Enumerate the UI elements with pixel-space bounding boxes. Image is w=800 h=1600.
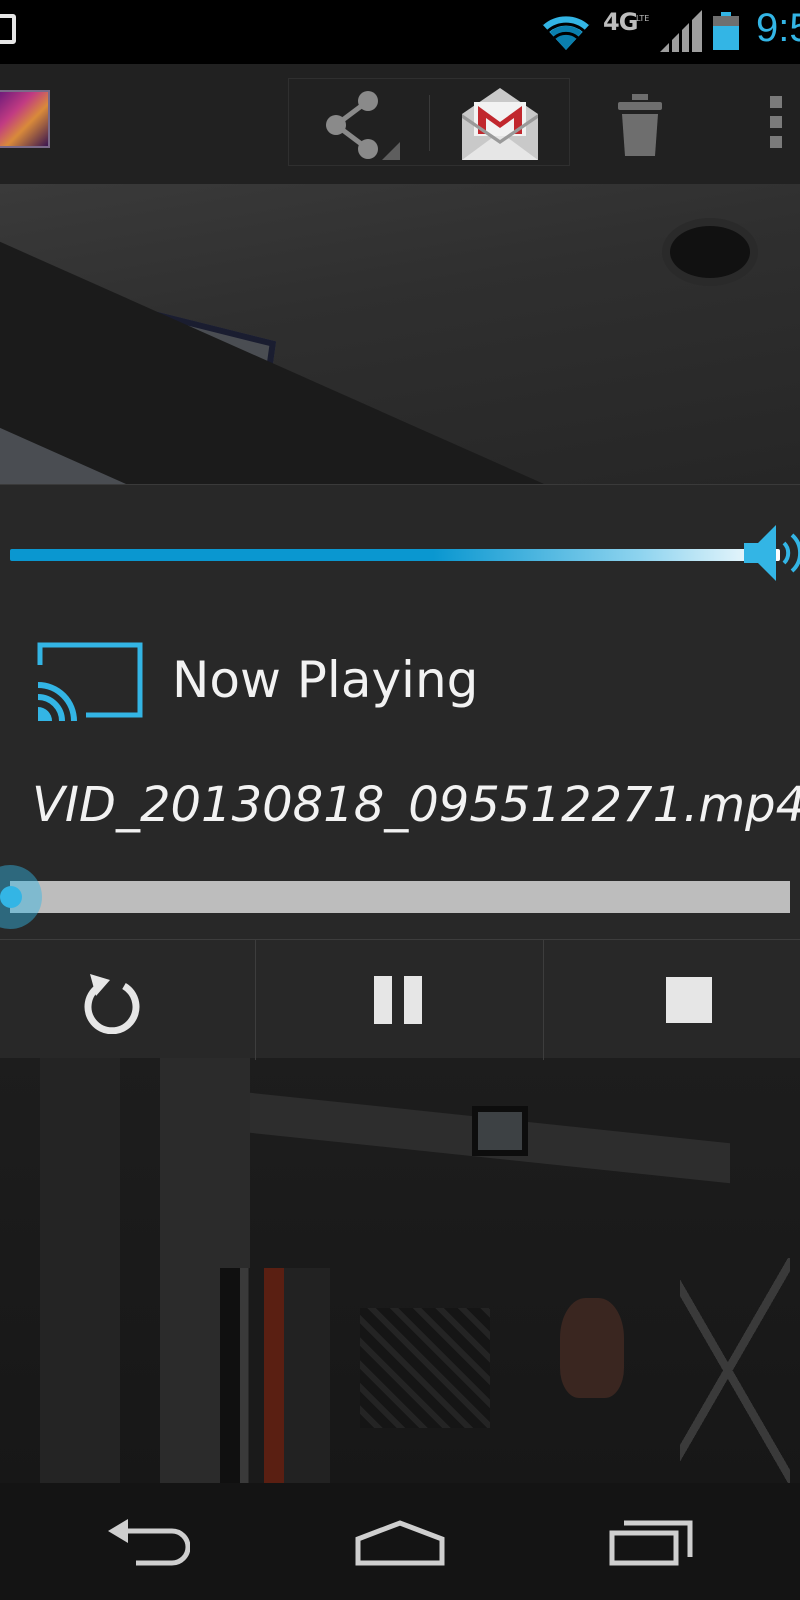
- scene-tripod: [680, 1258, 790, 1483]
- scene-photo-frame: [472, 1106, 528, 1156]
- seek-thumb[interactable]: [0, 886, 22, 908]
- cast-icon: [37, 642, 143, 722]
- media-filename: VID_20130818_095512271.mp4: [32, 777, 800, 833]
- battery-icon: [713, 12, 739, 50]
- video-background-bottom: [0, 1058, 800, 1483]
- replay-icon: [84, 974, 140, 1034]
- recents-button[interactable]: [532, 1483, 798, 1600]
- scene-crate: [360, 1308, 490, 1428]
- album-thumbnail[interactable]: [0, 90, 50, 148]
- video-background-top: [0, 184, 800, 484]
- stop-icon: [666, 977, 712, 1023]
- scene-beam: [0, 224, 600, 484]
- scene-pillar: [40, 1058, 120, 1483]
- back-icon: [108, 1519, 190, 1566]
- network-type-label: 4G: [603, 8, 638, 36]
- signal-icon: [660, 10, 702, 52]
- share-icon[interactable]: [322, 90, 402, 160]
- share-divider: [429, 95, 430, 151]
- replay-button[interactable]: [0, 940, 256, 1060]
- status-bar: 4G LTE 9:5: [0, 0, 800, 64]
- scene-vase: [560, 1298, 624, 1398]
- volume-icon[interactable]: [744, 521, 800, 585]
- back-button[interactable]: [0, 1483, 266, 1600]
- seek-bar[interactable]: [10, 881, 790, 913]
- pause-icon: [374, 976, 426, 1024]
- recents-icon: [609, 1520, 693, 1566]
- home-button[interactable]: [266, 1483, 532, 1600]
- home-icon: [355, 1520, 445, 1566]
- scene-ceiling-light: [670, 226, 750, 278]
- network-subtype-label: LTE: [636, 14, 650, 23]
- playback-controls: [0, 939, 800, 1060]
- navigation-bar: [0, 1483, 800, 1600]
- notification-icon: [0, 14, 16, 44]
- scene-books: [220, 1268, 330, 1483]
- wifi-icon: [541, 13, 591, 50]
- cast-dialog: Now Playing VID_20130818_095512271.mp4: [0, 484, 800, 1060]
- trash-icon[interactable]: [616, 94, 664, 158]
- now-playing-title: Now Playing: [172, 651, 479, 709]
- stop-button[interactable]: [544, 940, 800, 1060]
- volume-slider[interactable]: [10, 549, 780, 561]
- gmail-icon[interactable]: [462, 88, 538, 160]
- clock: 9:5: [756, 6, 800, 50]
- pause-button[interactable]: [256, 940, 544, 1060]
- overflow-menu-icon[interactable]: [770, 96, 786, 152]
